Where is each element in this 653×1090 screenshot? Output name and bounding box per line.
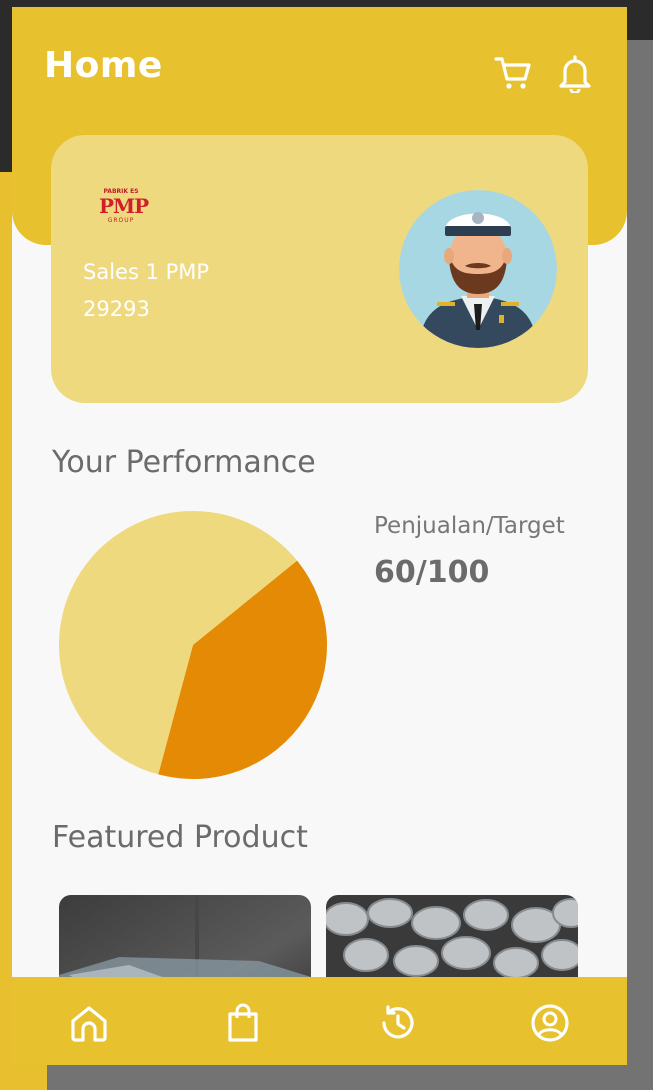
company-logo: PABRIK ES PMP GROUP bbox=[99, 188, 149, 224]
home-screen: Home PABRIK ES PMP GROUP Sales 1 PMP 292… bbox=[12, 7, 627, 1065]
history-icon[interactable] bbox=[375, 1001, 419, 1045]
shopping-bag-icon[interactable] bbox=[221, 1001, 265, 1045]
cart-icon[interactable] bbox=[493, 53, 533, 93]
profile-icon[interactable] bbox=[528, 1001, 572, 1045]
featured-title: Featured Product bbox=[52, 820, 308, 855]
ratio-value: 60/100 bbox=[374, 555, 490, 590]
bottom-nav bbox=[12, 977, 627, 1065]
user-name: Sales 1 PMP bbox=[83, 260, 210, 284]
profile-card: PABRIK ES PMP GROUP Sales 1 PMP 29293 bbox=[51, 135, 588, 403]
captain-avatar-icon bbox=[399, 190, 557, 348]
performance-title: Your Performance bbox=[52, 445, 316, 480]
bell-icon[interactable] bbox=[555, 53, 595, 95]
ratio-label: Penjualan/Target bbox=[374, 513, 565, 539]
performance-pie-chart bbox=[58, 511, 327, 779]
user-id: 29293 bbox=[83, 297, 150, 321]
avatar[interactable] bbox=[399, 190, 557, 348]
page-title: Home bbox=[44, 45, 163, 86]
home-icon[interactable] bbox=[67, 1001, 111, 1045]
